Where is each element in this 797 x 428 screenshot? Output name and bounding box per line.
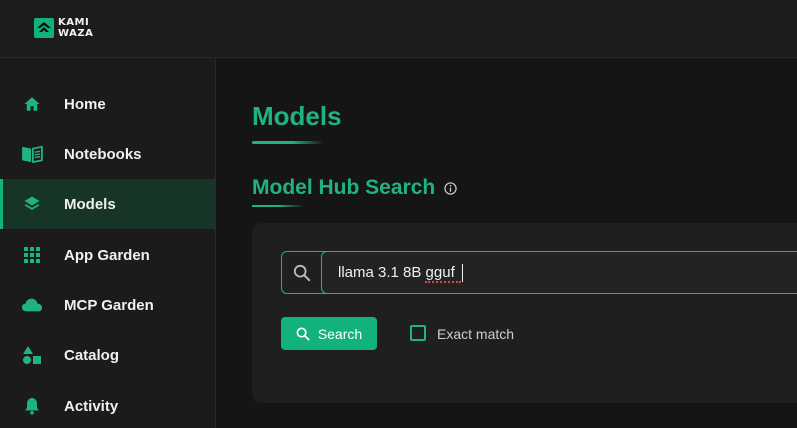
info-icon[interactable] bbox=[444, 177, 457, 201]
sidebar-item-label: App Garden bbox=[64, 246, 150, 264]
logo-text-line1: KAMI bbox=[58, 17, 90, 28]
model-search-input[interactable] bbox=[321, 251, 797, 294]
sidebar-item-mcp-garden[interactable]: MCP Garden bbox=[0, 280, 215, 330]
text-caret bbox=[462, 264, 463, 282]
main-content: Models Model Hub Search Search Exact mat… bbox=[216, 58, 797, 428]
logo-mark-icon bbox=[34, 18, 54, 38]
home-icon bbox=[21, 93, 43, 115]
sidebar-item-notebooks[interactable]: Notebooks bbox=[0, 129, 215, 179]
section-underline bbox=[252, 205, 304, 207]
section-title-text: Model Hub Search bbox=[252, 175, 436, 199]
logo-text-line2: WAZA bbox=[58, 28, 94, 39]
apps-grid-icon bbox=[21, 244, 43, 266]
sidebar-item-label: MCP Garden bbox=[64, 296, 154, 314]
sidebar-item-home[interactable]: Home bbox=[0, 79, 215, 129]
section-heading: Model Hub Search bbox=[252, 174, 457, 201]
search-button[interactable]: Search bbox=[281, 317, 377, 350]
spellcheck-underline bbox=[425, 280, 461, 283]
sidebar-item-app-garden[interactable]: App Garden bbox=[0, 230, 215, 280]
top-bar: KAMI WAZA bbox=[0, 0, 797, 58]
sidebar-item-activity[interactable]: Activity bbox=[0, 381, 215, 428]
bell-icon bbox=[21, 395, 43, 417]
shapes-icon bbox=[21, 344, 43, 366]
search-button-icon bbox=[296, 327, 310, 341]
title-underline bbox=[252, 141, 324, 144]
sidebar-item-catalog[interactable]: Catalog bbox=[0, 330, 215, 380]
sidebar: Home Notebooks Models App Garden MCP Gar… bbox=[0, 58, 216, 428]
page-title: Models bbox=[252, 101, 342, 131]
logo-wordmark: KAMI WAZA bbox=[58, 17, 93, 39]
sidebar-item-label: Notebooks bbox=[64, 145, 142, 163]
search-box bbox=[281, 251, 797, 294]
kamiwaza-logo[interactable]: KAMI WAZA bbox=[34, 17, 93, 39]
search-button-label: Search bbox=[317, 325, 363, 342]
exact-match-checkbox[interactable] bbox=[410, 325, 426, 341]
cloud-icon bbox=[21, 294, 43, 316]
sidebar-item-label: Models bbox=[64, 195, 116, 213]
book-icon bbox=[21, 143, 43, 165]
sidebar-item-models[interactable]: Models bbox=[0, 179, 215, 229]
sidebar-item-label: Catalog bbox=[64, 346, 120, 364]
exact-match-label[interactable]: Exact match bbox=[437, 326, 514, 342]
layers-icon bbox=[21, 193, 43, 215]
search-icon bbox=[282, 252, 322, 293]
search-card: Search Exact match bbox=[252, 223, 797, 403]
sidebar-item-label: Activity bbox=[64, 397, 119, 415]
sidebar-item-label: Home bbox=[64, 95, 106, 113]
